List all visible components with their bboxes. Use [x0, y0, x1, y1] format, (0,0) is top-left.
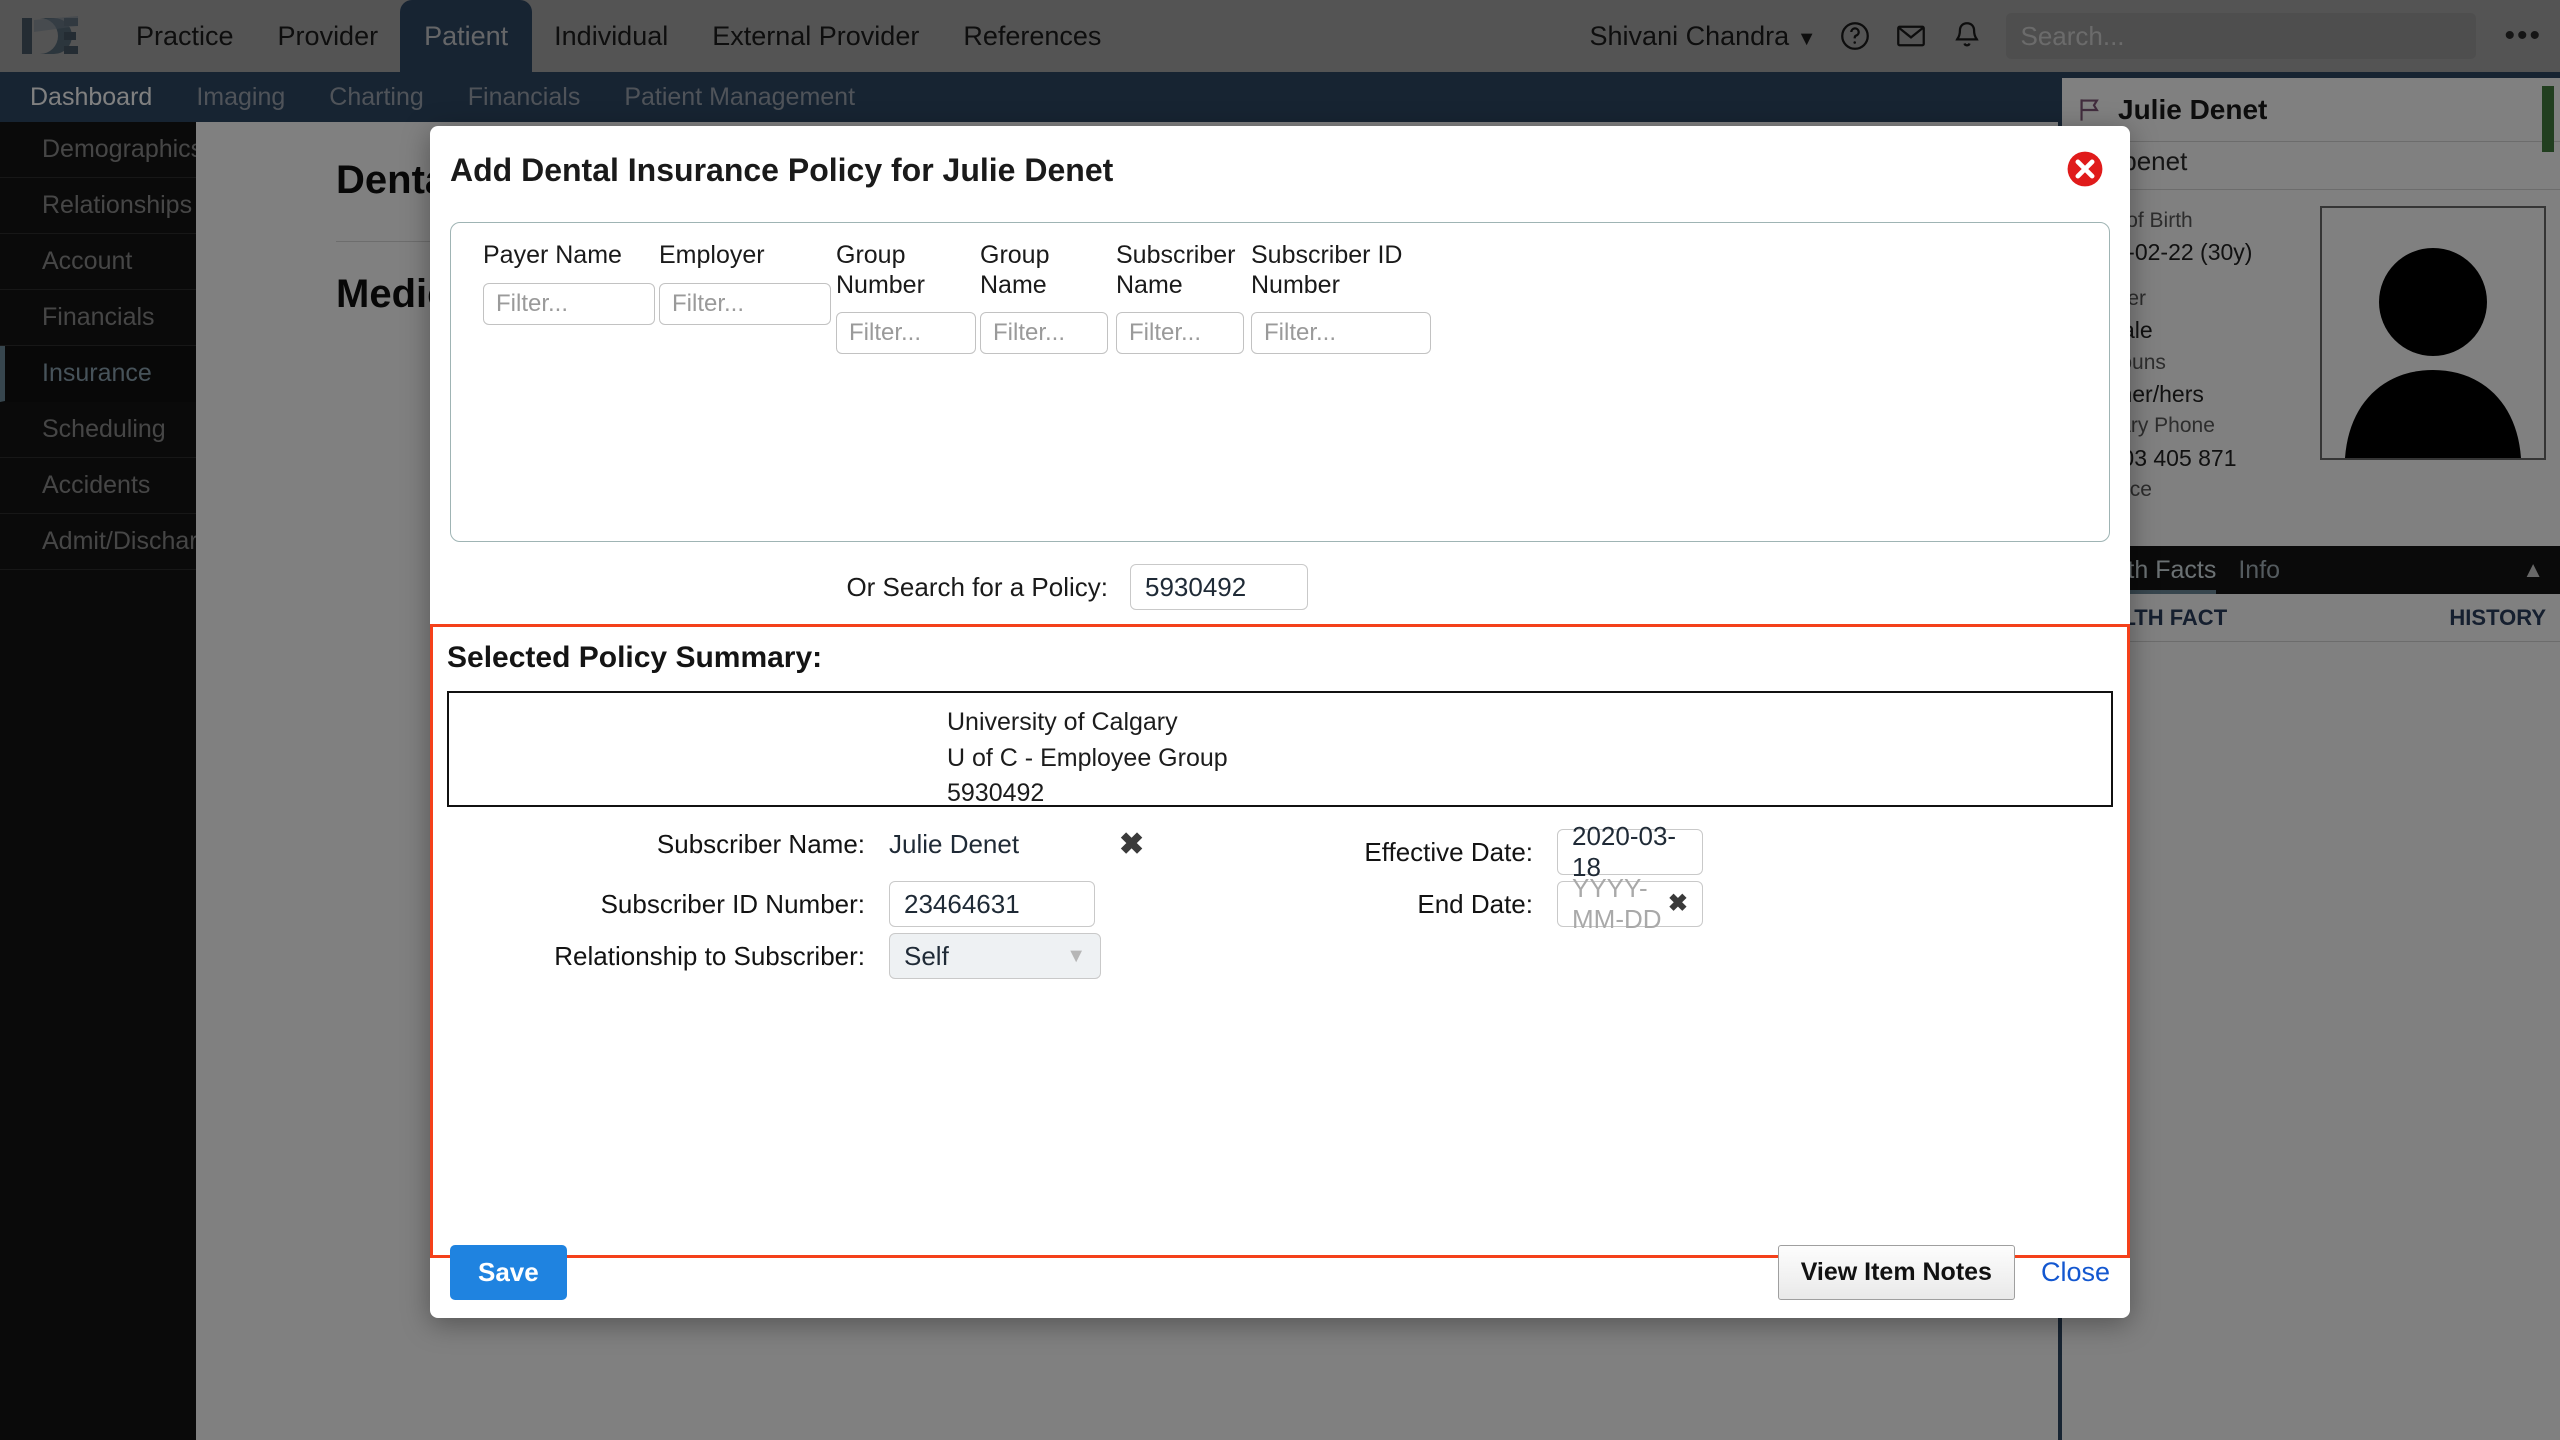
- close-circle-icon[interactable]: [2066, 150, 2104, 188]
- clear-end-date-icon[interactable]: ✖: [1668, 892, 1688, 916]
- subscriber-name-label: Subscriber Name:: [656, 829, 865, 859]
- policy-form-grid: Subscriber Name: Julie Denet ✖ Subscribe…: [433, 821, 2127, 1075]
- effective-date-row: Effective Date: 2020-03-18: [1313, 821, 2013, 882]
- relationship-row: Relationship to Subscriber: Self ▼: [433, 933, 1253, 979]
- filter-input-subscriber-name[interactable]: Filter...: [1116, 312, 1244, 354]
- filter-input-subscriber-id-number[interactable]: Filter...: [1251, 312, 1431, 354]
- column-title: Group Number: [836, 241, 925, 299]
- relationship-select[interactable]: Self ▼: [889, 933, 1101, 979]
- subscriber-id-input[interactable]: 23464631: [889, 881, 1095, 927]
- selected-policy-lines: University of Calgary U of C - Employee …: [947, 705, 1228, 812]
- footer-right-actions: View Item Notes Close: [1777, 1244, 2110, 1300]
- end-date-row: End Date: YYYY-MM-DD ✖: [1313, 873, 2013, 934]
- modal-title: Add Dental Insurance Policy for Julie De…: [450, 152, 1114, 188]
- column-subscriber-name: Subscriber Name Filter...: [1116, 241, 1244, 354]
- view-item-notes-button[interactable]: View Item Notes: [1777, 1244, 2015, 1300]
- save-button[interactable]: Save: [450, 1244, 567, 1300]
- relationship-selected-value: Self: [904, 940, 949, 971]
- end-date-input[interactable]: YYYY-MM-DD ✖: [1557, 873, 1703, 934]
- filter-input-payer-name[interactable]: Filter...: [483, 282, 655, 325]
- selected-policy-summary-section: Selected Policy Summary: University of C…: [430, 624, 2130, 1258]
- policy-group-number: 5930492: [947, 779, 1045, 807]
- column-title: Employer: [659, 241, 765, 269]
- selected-policy-summary-heading: Selected Policy Summary:: [447, 641, 823, 674]
- subscriber-id-row: Subscriber ID Number: 23464631: [433, 881, 1253, 927]
- policy-table-header-row: Payer Name Filter... Employer Filter... …: [451, 223, 2109, 541]
- filter-input-group-name[interactable]: Filter...: [980, 312, 1108, 354]
- column-subscriber-id-number: Subscriber ID Number Filter...: [1251, 241, 1431, 354]
- column-title: Subscriber ID Number: [1251, 241, 1403, 299]
- column-group-name: Group Name Filter...: [980, 241, 1108, 354]
- modal-footer: Save View Item Notes Close: [430, 1226, 2130, 1318]
- column-employer: Employer Filter...: [659, 241, 831, 325]
- close-button[interactable]: Close: [2041, 1257, 2110, 1288]
- column-title: Group Name: [980, 241, 1050, 299]
- column-payer-name: Payer Name Filter...: [483, 241, 655, 325]
- subscriber-name-row: Subscriber Name: Julie Denet ✖: [433, 829, 1253, 860]
- relationship-label: Relationship to Subscriber:: [554, 940, 865, 971]
- policy-search-row: Or Search for a Policy: 5930492: [430, 564, 2130, 610]
- filter-input-group-number[interactable]: Filter...: [836, 312, 976, 354]
- modal-overlay: Add Dental Insurance Policy for Julie De…: [0, 0, 2560, 1440]
- filter-input-employer[interactable]: Filter...: [659, 282, 831, 325]
- effective-date-input[interactable]: 2020-03-18: [1557, 821, 1703, 882]
- column-title: Subscriber Name: [1116, 241, 1236, 299]
- chevron-down-icon: ▼: [1066, 944, 1086, 967]
- subscriber-id-label: Subscriber ID Number:: [600, 888, 865, 919]
- column-group-number: Group Number Filter...: [836, 241, 976, 354]
- end-date-label: End Date:: [1417, 888, 1533, 919]
- policy-group-name: U of C - Employee Group: [947, 743, 1228, 772]
- clear-subscriber-name-icon[interactable]: ✖: [1119, 829, 1144, 860]
- subscriber-name-value: Julie Denet: [889, 829, 1020, 859]
- policy-search-label: Or Search for a Policy:: [846, 571, 1108, 602]
- policy-results-table: Payer Name Filter... Employer Filter... …: [450, 222, 2110, 542]
- policy-search-input[interactable]: 5930492: [1130, 564, 1308, 610]
- add-dental-insurance-policy-modal: Add Dental Insurance Policy for Julie De…: [430, 126, 2130, 1318]
- effective-date-label: Effective Date:: [1364, 836, 1533, 867]
- end-date-placeholder: YYYY-MM-DD: [1572, 873, 1662, 934]
- column-title: Payer Name: [483, 241, 622, 269]
- policy-payer-name: University of Calgary: [947, 708, 1178, 736]
- selected-policy-card: University of Calgary U of C - Employee …: [447, 691, 2113, 807]
